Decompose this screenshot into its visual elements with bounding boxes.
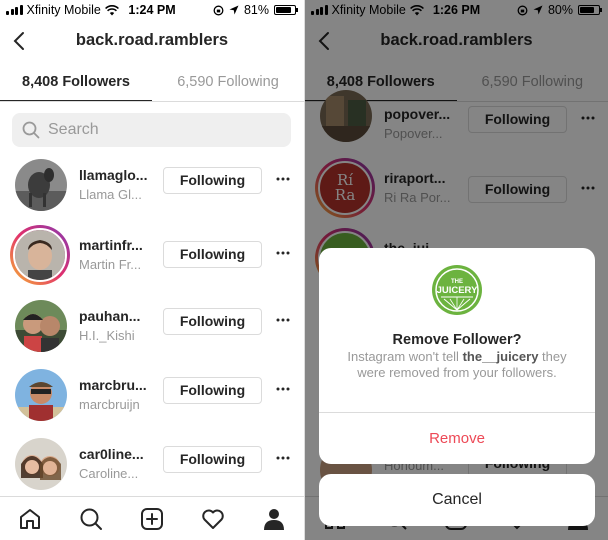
more-options-icon[interactable] [275, 381, 291, 397]
full-name: Caroline... [79, 466, 139, 481]
bottom-tab-bar [0, 496, 304, 540]
status-bar: Xfinity Mobile 1:24 PM 81% [0, 0, 304, 20]
more-options-icon[interactable] [275, 312, 291, 328]
follower-row[interactable]: llamaglo... Llama Gl... Following [0, 155, 304, 219]
user-names: llamaglo... Llama Gl... [79, 167, 147, 202]
follower-row[interactable]: pauhan... H.I._Kishi Following [0, 296, 304, 360]
search-icon[interactable] [78, 506, 104, 532]
search-input[interactable] [48, 121, 248, 139]
following-button[interactable]: Following [163, 308, 262, 335]
new-post-icon[interactable] [139, 506, 165, 532]
user-names: pauhan... H.I._Kishi [79, 308, 140, 343]
juicery-logo: THE JUICERY [432, 265, 482, 315]
full-name: marcbruijn [79, 397, 140, 412]
remove-follower-dialog: THE JUICERY Remove Follower? Instagram w… [319, 248, 595, 464]
tab-following[interactable]: 6,590 Following [152, 64, 304, 101]
username[interactable]: pauhan... [79, 308, 140, 324]
username[interactable]: marcbru... [79, 377, 147, 393]
more-options-icon[interactable] [275, 171, 291, 187]
following-button[interactable]: Following [163, 446, 262, 473]
search-bar[interactable] [12, 113, 291, 147]
page-title: back.road.ramblers [75, 31, 229, 49]
follower-row[interactable]: martinfr... Martin Fr... Following [0, 225, 304, 289]
avatar[interactable] [15, 159, 67, 211]
avatar[interactable] [15, 300, 67, 352]
user-names: marcbru... marcbruijn [79, 377, 147, 412]
dialog-message: Instagram won't tell the__juicery they w… [339, 349, 575, 381]
location-icon [229, 5, 239, 15]
user-names: martinfr... Martin Fr... [79, 237, 143, 272]
username[interactable]: car0line... [79, 446, 144, 462]
following-button[interactable]: Following [163, 241, 262, 268]
followers-screen: Xfinity Mobile 1:24 PM 81% back.road.ram… [0, 0, 304, 540]
username[interactable]: martinfr... [79, 237, 143, 253]
nav-header: back.road.ramblers [0, 24, 304, 58]
activity-heart-icon[interactable] [200, 506, 226, 532]
full-name: Martin Fr... [79, 257, 142, 272]
full-name: Llama Gl... [79, 187, 142, 202]
dialog-title: Remove Follower? [392, 332, 522, 348]
cancel-button[interactable]: Cancel [319, 474, 595, 526]
remove-follower-screen: Xfinity Mobile 1:26 PM 80% back.road.ram… [304, 0, 608, 540]
home-icon[interactable] [17, 506, 43, 532]
username[interactable]: llamaglo... [79, 167, 147, 183]
avatar[interactable] [15, 438, 67, 490]
battery-icon [274, 5, 298, 15]
following-button[interactable]: Following [163, 377, 262, 404]
follow-tabs: 8,408 Followers 6,590 Following [0, 64, 304, 102]
user-names: car0line... Caroline... [79, 446, 144, 481]
search-icon [22, 121, 40, 139]
more-options-icon[interactable] [275, 245, 291, 261]
battery-percent: 81% [243, 3, 269, 17]
follower-row[interactable]: marcbru... marcbruijn Following [0, 365, 304, 429]
more-options-icon[interactable] [275, 450, 291, 466]
avatar-with-story-ring[interactable] [10, 225, 70, 285]
follower-row[interactable]: car0line... Caroline... Following [0, 434, 304, 498]
avatar[interactable] [15, 369, 67, 421]
message-part: Instagram won't tell [347, 349, 463, 364]
following-button[interactable]: Following [163, 167, 262, 194]
tab-followers[interactable]: 8,408 Followers [0, 64, 152, 101]
profile-icon[interactable] [261, 506, 287, 532]
remove-button[interactable]: Remove [319, 412, 595, 464]
full-name: H.I._Kishi [79, 328, 135, 343]
logo-text: JUICERY [437, 285, 478, 296]
rotation-lock-icon [213, 5, 224, 15]
message-username: the__juicery [462, 349, 539, 364]
